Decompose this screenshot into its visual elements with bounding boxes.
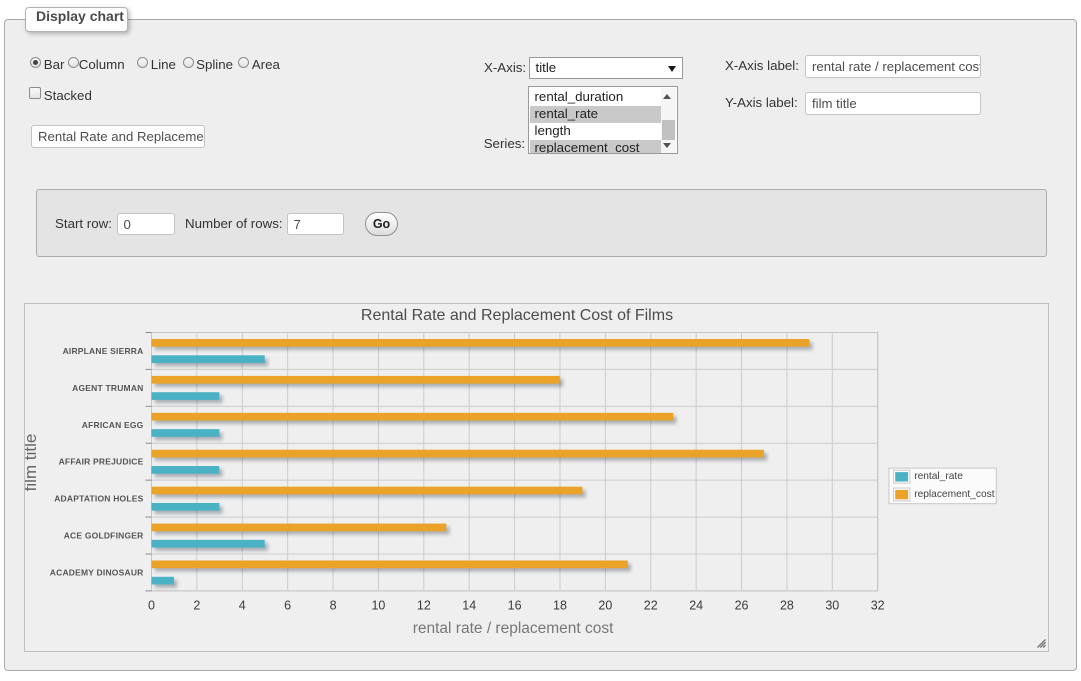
svg-text:26: 26	[735, 598, 749, 612]
svg-text:24: 24	[689, 598, 703, 612]
svg-text:ADAPTATION HOLES: ADAPTATION HOLES	[54, 493, 143, 503]
svg-text:AIRPLANE SIERRA: AIRPLANE SIERRA	[63, 345, 144, 355]
svg-text:28: 28	[780, 598, 794, 612]
svg-text:4: 4	[239, 598, 246, 612]
svg-text:32: 32	[871, 598, 885, 612]
svg-text:rental rate / replacement cost: rental rate / replacement cost	[413, 620, 614, 637]
svg-text:AGENT TRUMAN: AGENT TRUMAN	[72, 382, 143, 392]
svg-text:ACADEMY DINOSAUR: ACADEMY DINOSAUR	[50, 567, 144, 577]
svg-text:20: 20	[598, 598, 612, 612]
svg-text:ACE GOLDFINGER: ACE GOLDFINGER	[64, 530, 144, 540]
svg-text:film title: film title	[25, 433, 40, 491]
svg-text:rental_rate: rental_rate	[914, 471, 963, 482]
svg-text:14: 14	[462, 598, 476, 612]
svg-text:22: 22	[644, 598, 658, 612]
svg-text:2: 2	[193, 598, 200, 612]
svg-text:16: 16	[508, 598, 522, 612]
svg-text:0: 0	[148, 598, 155, 612]
svg-text:AFRICAN EGG: AFRICAN EGG	[82, 419, 144, 429]
svg-text:18: 18	[553, 598, 567, 612]
svg-text:replacement_cost: replacement_cost	[914, 489, 995, 500]
svg-text:Rental Rate and Replacement Co: Rental Rate and Replacement Cost of Film…	[361, 306, 673, 323]
svg-text:12: 12	[417, 598, 431, 612]
svg-text:8: 8	[330, 598, 337, 612]
svg-text:6: 6	[284, 598, 291, 612]
svg-text:AFFAIR PREJUDICE: AFFAIR PREJUDICE	[59, 456, 144, 466]
svg-text:10: 10	[371, 598, 385, 612]
svg-text:30: 30	[825, 598, 839, 612]
